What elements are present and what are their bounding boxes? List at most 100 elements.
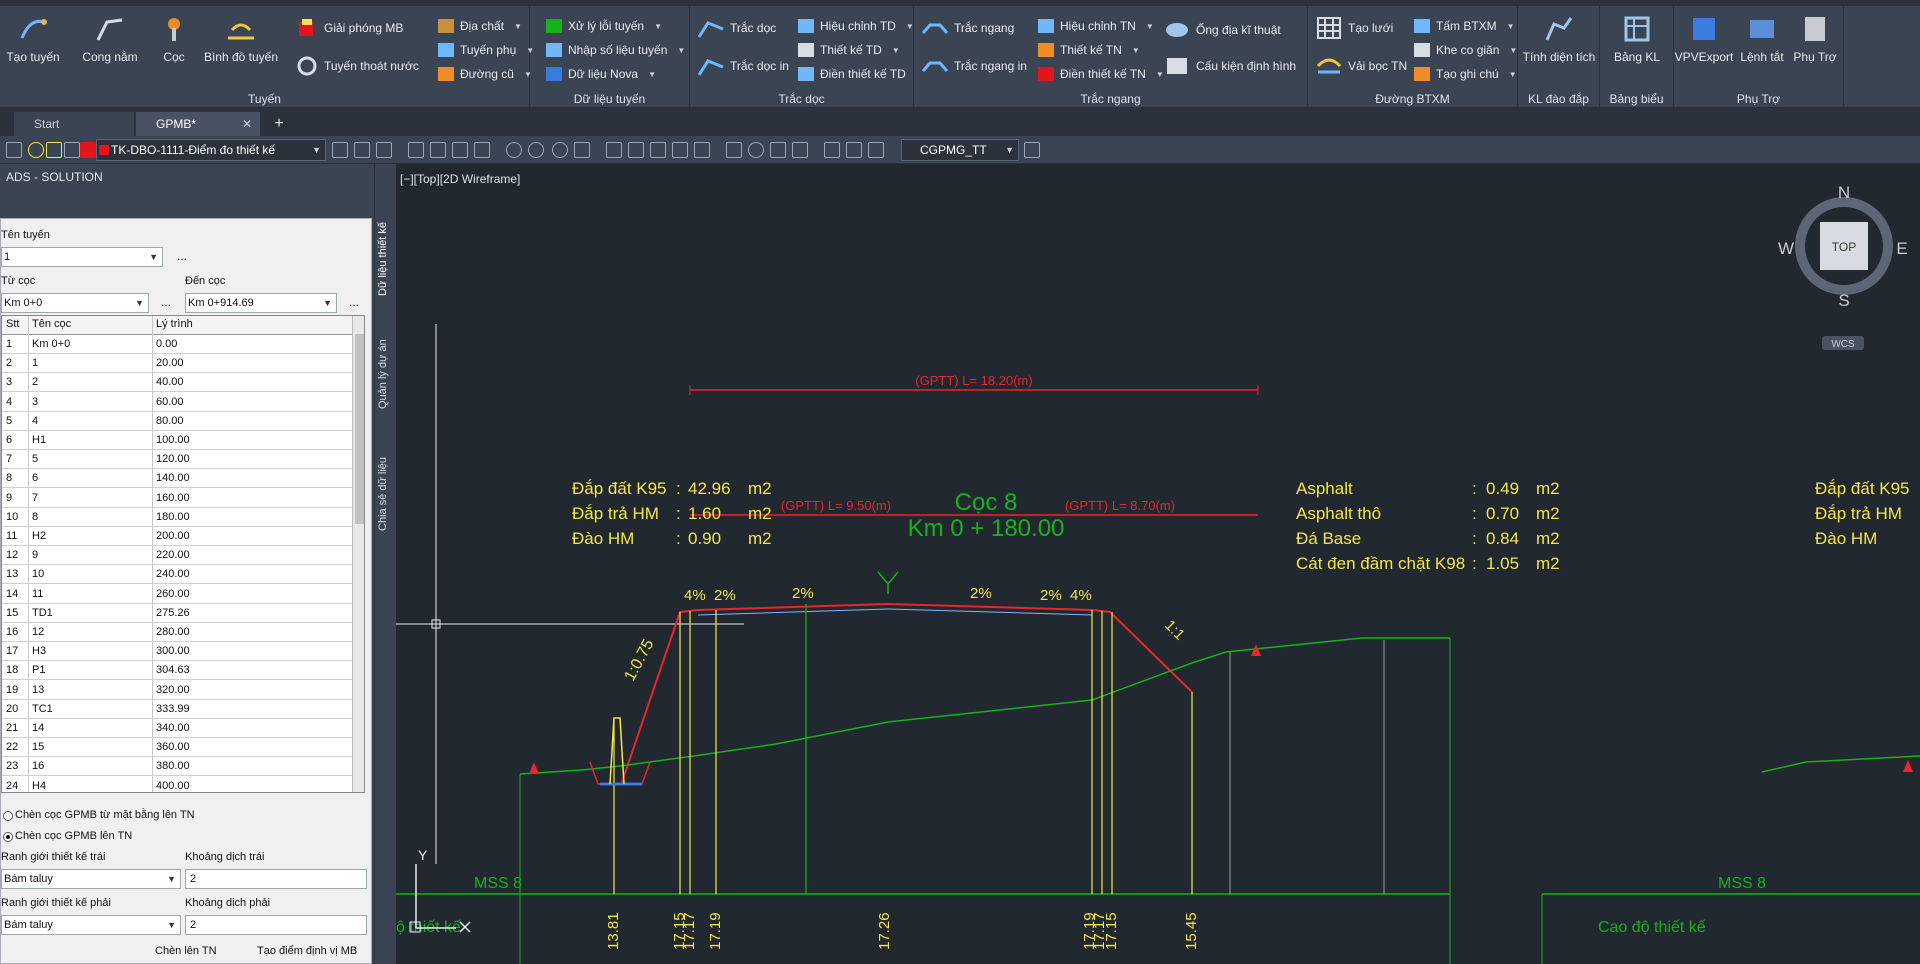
table-row[interactable]: 2 1 20.00 — [2, 354, 352, 374]
jog-line-icon[interactable] — [792, 142, 808, 158]
viewcube-west[interactable]: W — [1778, 239, 1794, 258]
close-icon[interactable]: ✕ — [242, 112, 252, 136]
sun-icon[interactable] — [46, 142, 62, 158]
table-row[interactable]: 16 12 280.00 — [2, 623, 352, 642]
table-row[interactable]: 9 7 160.00 — [2, 489, 352, 508]
ranh-gioi-trai-combo[interactable]: Bám taluy ▼ — [1, 869, 181, 889]
khoang-dich-trai-input[interactable]: 2 — [185, 869, 367, 889]
column-ly-trinh[interactable]: Lý trình — [156, 318, 193, 330]
dim-style-combo[interactable]: CGPMG_TT ▼ — [901, 139, 1019, 161]
dim-space-icon[interactable] — [672, 142, 688, 158]
trac-doc-in-button[interactable]: Trắc dọc in — [698, 56, 789, 76]
center-mark-icon[interactable] — [748, 142, 764, 158]
trac-ngang-in-button[interactable]: Trắc ngang in — [922, 56, 1027, 76]
dim-linear-icon[interactable] — [408, 142, 424, 158]
tinh-dien-tich-button[interactable]: Tính diện tích — [1518, 14, 1600, 64]
dien-thiet-ke-td-button[interactable]: Điền thiết kế TD — [798, 64, 906, 84]
dim-angular-icon[interactable] — [574, 142, 590, 158]
table-row[interactable]: 11 H2 200.00 — [2, 527, 352, 546]
table-row[interactable]: 20 TC1 333.99 — [2, 700, 352, 719]
dia-chat-button[interactable]: Địa chất ▼ — [438, 16, 522, 36]
khe-co-gian-button[interactable]: Khe co giãn ▼ — [1414, 40, 1517, 60]
layer-iso-icon[interactable] — [376, 142, 392, 158]
table-row[interactable]: 18 P1 304.63 — [2, 661, 352, 681]
trac-ngang-button[interactable]: Trắc ngang — [922, 18, 1014, 38]
dim-diameter-icon[interactable] — [552, 142, 568, 158]
phu-tro-button[interactable]: Phụ Trợ — [1788, 14, 1842, 64]
table-row[interactable]: 17 H3 300.00 — [2, 642, 352, 662]
ten-tuyen-browse-button[interactable]: ... — [177, 249, 187, 263]
radio-chen-len-tn[interactable] — [3, 832, 13, 842]
den-coc-browse-button[interactable]: ... — [349, 295, 359, 309]
dim-edit-icon[interactable] — [824, 142, 840, 158]
thiet-ke-td-button[interactable]: Thiết kế TD ▼ — [798, 40, 900, 60]
tao-diem-dinh-vi-button[interactable]: Tạo điểm định vị MB — [257, 945, 357, 957]
duong-cu-button[interactable]: Đường cũ ▼ — [438, 64, 532, 84]
viewcube-north[interactable]: N — [1838, 183, 1850, 202]
table-row[interactable]: 22 15 360.00 — [2, 738, 352, 758]
ranh-gioi-phai-combo[interactable]: Bám taluy ▼ — [1, 915, 181, 935]
hieu-chinh-tn-button[interactable]: Hiệu chỉnh TN ▼ — [1038, 16, 1154, 36]
ong-dia-ki-thuat-button[interactable]: Ống địa kĩ thuật — [1164, 20, 1281, 40]
vai-boc-tn-button[interactable]: Vải bọc TN — [1316, 56, 1407, 76]
layer-combo[interactable]: TK-DBO-1111-Điểm đo thiết kế ▼ — [96, 139, 326, 161]
table-row[interactable]: 24 H4 400.00 — [2, 777, 352, 792]
table-row[interactable]: 15 TD1 275.26 — [2, 604, 352, 623]
dim-jogged-icon[interactable] — [528, 142, 544, 158]
den-coc-combo[interactable]: Km 0+914.69 ▼ — [185, 293, 337, 313]
table-row[interactable]: 14 11 260.00 — [2, 585, 352, 604]
coc-button[interactable]: Cọc — [152, 14, 196, 64]
table-row[interactable]: 3 2 40.00 — [2, 373, 352, 393]
dim-ordinate-icon[interactable] — [474, 142, 490, 158]
dim-break-icon[interactable] — [694, 142, 710, 158]
trac-doc-button[interactable]: Trắc dọc — [698, 18, 776, 38]
bang-kl-button[interactable]: Bảng KL — [1600, 14, 1674, 64]
radio-chen-tu-mat-bang[interactable] — [3, 811, 13, 821]
binh-do-tuyen-button[interactable]: Bình đồ tuyến — [200, 14, 282, 64]
tao-luoi-button[interactable]: Tạo lưới — [1316, 17, 1393, 39]
table-row[interactable]: 12 9 220.00 — [2, 546, 352, 566]
dim-text-edit-icon[interactable] — [846, 142, 862, 158]
table-row[interactable]: 13 10 240.00 — [2, 565, 352, 585]
xu-ly-loi-tuyen-button[interactable]: Xử lý lỗi tuyến ▼ — [546, 16, 662, 36]
tu-coc-combo[interactable]: Km 0+0 ▼ — [1, 293, 149, 313]
wcs-menu[interactable]: WCS — [1831, 339, 1855, 350]
tuyen-phu-button[interactable]: Tuyến phụ ▼ — [438, 40, 534, 60]
dim-radius-icon[interactable] — [506, 142, 522, 158]
drawing-canvas[interactable]: [−][Top][2D Wireframe] TOP N S E W WCS (… — [396, 164, 1920, 964]
bulb-icon[interactable] — [28, 142, 44, 158]
table-row[interactable]: 10 8 180.00 — [2, 508, 352, 527]
viewcube[interactable]: TOP N S E W WCS — [1778, 183, 1908, 350]
lock-icon[interactable] — [64, 142, 80, 158]
table-row[interactable]: 5 4 80.00 — [2, 412, 352, 431]
khoang-dich-phai-input[interactable]: 2 — [185, 915, 367, 935]
tab-start[interactable]: Start — [14, 112, 134, 136]
column-ten-coc[interactable]: Tên cọc — [32, 318, 71, 330]
tao-ghi-chu-button[interactable]: Tạo ghi chú ▼ — [1414, 64, 1517, 84]
inspect-icon[interactable] — [770, 142, 786, 158]
scrollbar-thumb[interactable] — [355, 334, 364, 524]
dim-continue-icon[interactable] — [650, 142, 666, 158]
side-tab-chia-se-du-lieu[interactable]: Chia sẻ dữ liệu — [377, 454, 395, 534]
layer-properties-icon[interactable] — [6, 142, 22, 158]
dim-aligned-icon[interactable] — [430, 142, 446, 158]
viewcube-south[interactable]: S — [1838, 291, 1849, 310]
match-layer-icon[interactable] — [332, 142, 348, 158]
lenh-tat-button[interactable]: Lệnh tắt — [1736, 14, 1788, 64]
chen-len-tn-button[interactable]: Chèn lên TN — [155, 945, 217, 957]
vpvexport-button[interactable]: VPVExport — [1674, 14, 1734, 64]
dien-thiet-ke-tn-button[interactable]: Điền thiết kế TN ▼ — [1038, 64, 1164, 84]
column-stt[interactable]: Stt — [6, 318, 19, 330]
nhap-so-lieu-tuyen-button[interactable]: Nhập số liệu tuyến ▼ — [546, 40, 685, 60]
table-row[interactable]: 23 16 380.00 — [2, 757, 352, 777]
table-scrollbar[interactable] — [352, 316, 364, 792]
table-row[interactable]: 4 3 60.00 — [2, 393, 352, 412]
tolerance-icon[interactable] — [726, 142, 742, 158]
viewcube-east[interactable]: E — [1896, 239, 1907, 258]
viewcube-top[interactable]: TOP — [1832, 240, 1856, 254]
cong-nam-button[interactable]: Cong nằm — [74, 14, 146, 64]
table-row[interactable]: 7 5 120.00 — [2, 450, 352, 470]
new-tab-button[interactable]: + — [270, 116, 288, 134]
ten-tuyen-combo[interactable]: 1 ▼ — [1, 247, 163, 267]
du-lieu-nova-button[interactable]: Dữ liệu Nova ▼ — [546, 64, 656, 84]
